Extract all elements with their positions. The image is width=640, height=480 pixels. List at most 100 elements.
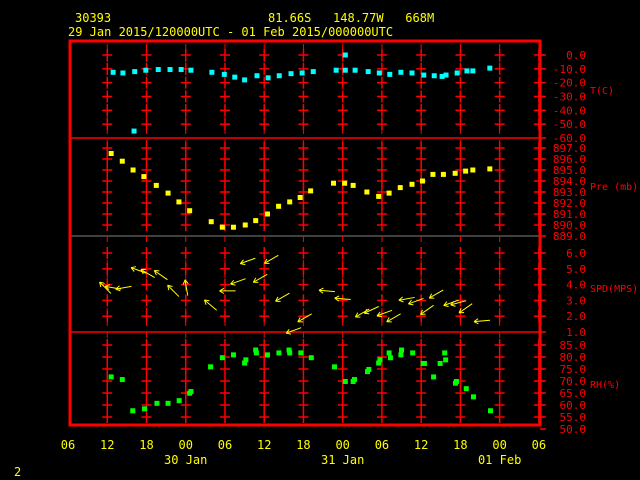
wind-arrow — [450, 300, 467, 307]
rh-point — [470, 394, 476, 400]
pressure-point — [242, 222, 248, 228]
rh-point — [308, 355, 314, 361]
x-tick-label: 06 — [61, 438, 75, 452]
x-tick-label: 00 — [492, 438, 506, 452]
rh-point — [398, 352, 404, 358]
meteogram-plot: 30393 81.66S 148.77W 668M 29 Jan 2015/12… — [14, 11, 638, 479]
temperature-point — [288, 71, 294, 77]
pressure-point — [440, 171, 446, 177]
pressure-point — [452, 170, 458, 176]
wind-arrow — [363, 306, 379, 315]
pressure-point — [342, 180, 348, 186]
grid — [70, 44, 544, 423]
temperature-point — [276, 73, 282, 79]
pressure-point — [430, 171, 436, 177]
wind-tick-label: 1.0 — [566, 326, 586, 339]
wind-arrow — [473, 318, 490, 325]
rh-point — [154, 400, 160, 406]
rh-point — [442, 350, 448, 356]
rh-point — [253, 350, 259, 356]
wind-arrow — [275, 292, 290, 302]
temperature-point — [242, 77, 248, 83]
pressure-tick-label: 889.0 — [553, 230, 586, 243]
temperature-point — [143, 67, 149, 73]
temperature-point — [464, 68, 470, 74]
temperature-point — [365, 69, 371, 75]
rh-point — [230, 352, 236, 358]
temperature-point — [265, 75, 271, 81]
rh-point — [208, 364, 214, 370]
temperature-axis-label: T(C) — [590, 86, 614, 97]
rh-point — [437, 360, 443, 366]
date-label: 31 Jan — [321, 453, 364, 467]
rh-point — [332, 364, 338, 370]
x-tick-label: 00 — [178, 438, 192, 452]
wind-tick-label: 2.0 — [566, 310, 586, 323]
x-tick-label: 12 — [100, 438, 114, 452]
pressure-point — [230, 224, 236, 230]
temperature-point — [299, 70, 305, 76]
temperature-point — [443, 72, 449, 78]
date-label: 01 Feb — [478, 453, 521, 467]
temperature-point — [376, 70, 382, 76]
pressure-point — [386, 190, 392, 196]
temperature-tick-label: -40.0 — [553, 104, 586, 117]
wind-tick-label: 5.0 — [566, 263, 586, 276]
x-tick-label: 18 — [139, 438, 153, 452]
temperature-point — [120, 70, 126, 76]
pressure-point — [397, 185, 403, 191]
temperature-point — [209, 69, 215, 75]
rh-point — [366, 366, 372, 372]
rh-point — [487, 408, 493, 414]
wind-arrow — [398, 296, 415, 303]
pressure-point — [264, 211, 270, 217]
wind-tick-label: 6.0 — [566, 247, 586, 260]
temperature-point — [110, 69, 116, 75]
date-label: 30 Jan — [164, 453, 207, 467]
time-range: 29 Jan 2015/120000UTC - 01 Feb 2015/0000… — [68, 25, 393, 39]
rh-point — [298, 350, 304, 356]
temperature-point — [155, 67, 161, 73]
pressure-point — [208, 219, 214, 225]
pressure-axis-label: Pre (mb) — [590, 182, 638, 193]
x-tick-label: 12 — [414, 438, 428, 452]
pressure-point — [487, 166, 493, 172]
station-id: 30393 — [75, 11, 111, 25]
wind-arrow — [153, 270, 168, 281]
pressure-point — [331, 180, 337, 186]
rh-point — [264, 352, 270, 358]
temperature-point — [232, 74, 238, 80]
pressure-point — [276, 203, 282, 209]
rh-point — [243, 357, 249, 363]
wind-tick-label: 3.0 — [566, 294, 586, 307]
plot-frame — [68, 39, 542, 427]
x-tick-label: 00 — [335, 438, 349, 452]
temperature-point — [454, 70, 460, 76]
temperature-point — [398, 69, 404, 75]
temperature-point — [167, 67, 173, 73]
wind-tick-label: 4.0 — [566, 279, 586, 292]
wind-arrow — [230, 278, 246, 286]
pressure-point — [108, 151, 114, 156]
pressure-point — [419, 178, 425, 184]
rh-point — [219, 355, 225, 361]
pressure-point — [141, 174, 147, 180]
temperature-point — [342, 67, 348, 73]
temperature-tick-label: -10.0 — [553, 63, 586, 76]
temperature-tick-label: 0.0 — [566, 49, 586, 62]
data-marks — [99, 52, 493, 414]
wind-arrow — [140, 268, 155, 278]
rh-point — [443, 357, 449, 363]
pressure-point — [308, 188, 314, 194]
pressure-point — [287, 199, 293, 205]
pressure-point — [297, 195, 303, 200]
wind-arrow — [428, 289, 444, 299]
wind-arrow — [219, 287, 236, 294]
x-tick-label: 12 — [257, 438, 271, 452]
temperature-point — [178, 67, 184, 73]
wind-arrow — [318, 287, 335, 294]
x-tick-label: 18 — [296, 438, 310, 452]
pressure-point — [176, 199, 182, 205]
rh-point — [165, 400, 171, 406]
pressure-point — [364, 189, 370, 195]
